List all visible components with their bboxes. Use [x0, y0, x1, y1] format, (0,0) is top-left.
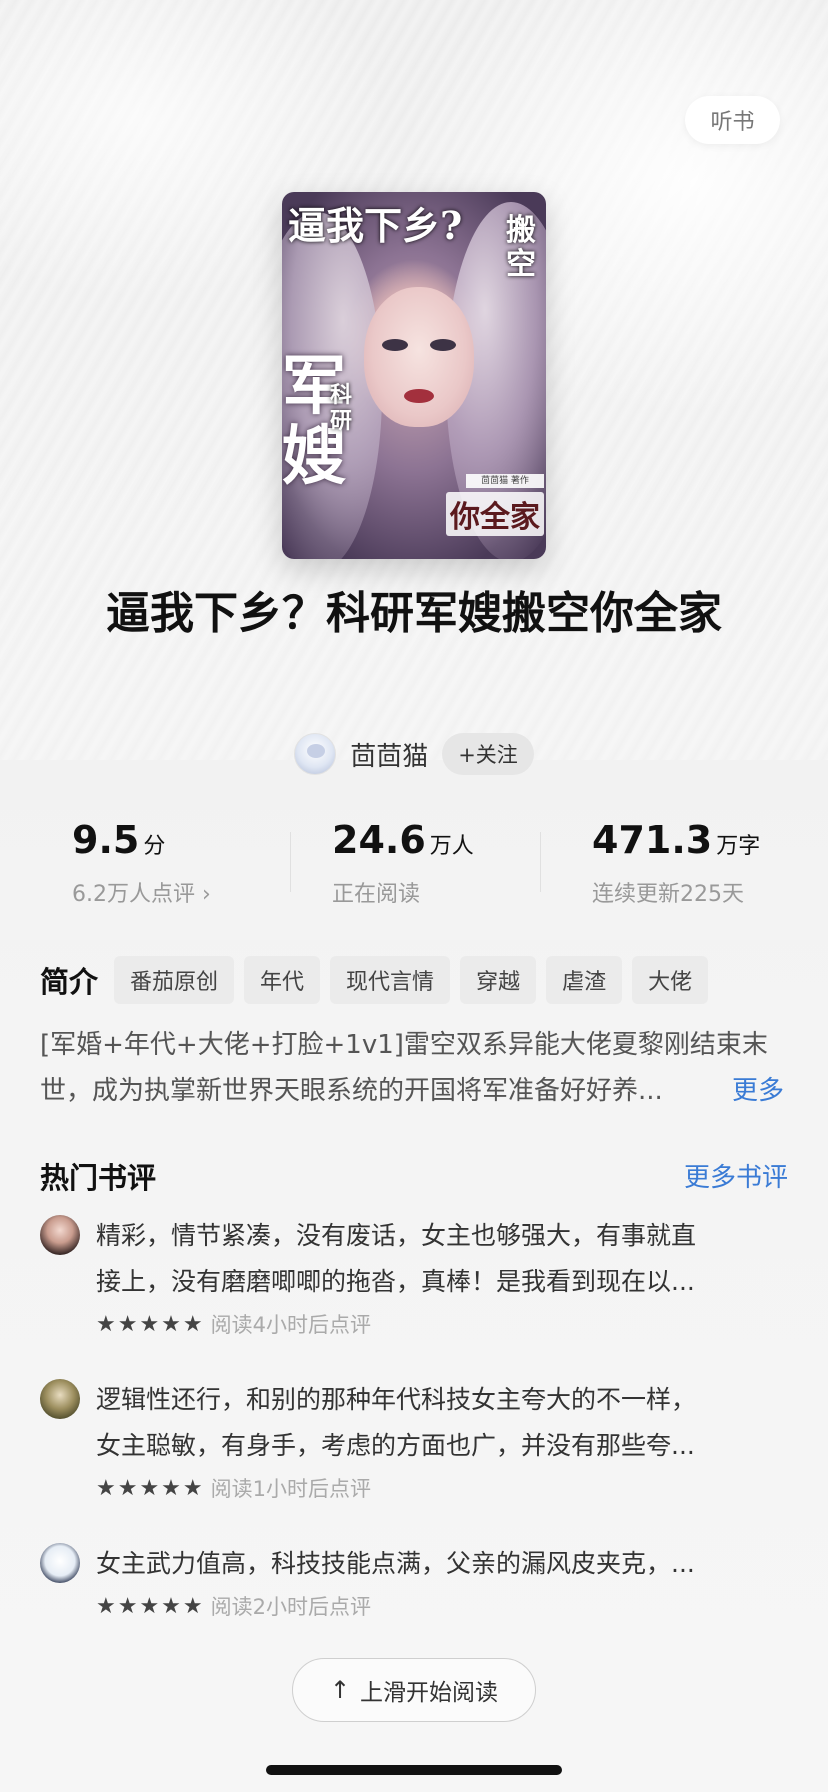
- reviewer-avatar[interactable]: [40, 1215, 80, 1255]
- intro-text[interactable]: [军婚+年代+大佬+打脸+1v1]雷空双系异能大佬夏黎刚结束末 世，成为执掌新世…: [40, 1022, 792, 1114]
- author-avatar[interactable]: [294, 733, 337, 775]
- readers-unit: 万人: [429, 834, 474, 859]
- cover-title-bottom: 你全家: [446, 492, 544, 536]
- star-rating: ★★★★★: [96, 1593, 205, 1619]
- star-rating: ★★★★★: [96, 1311, 205, 1337]
- reviews-title: 热门书评: [40, 1161, 157, 1195]
- readers-value: 24.6: [332, 818, 426, 862]
- intro-label: 简介: [40, 965, 99, 999]
- review-time: 阅读2小时后点评: [210, 1595, 371, 1619]
- cover-title-top-left: 逼我下乡?: [288, 203, 463, 248]
- stat-readers: 24.6 万人 正在阅读: [332, 818, 474, 908]
- cover-art-lips: [404, 389, 434, 403]
- stat-divider: [540, 832, 541, 892]
- tag-chip[interactable]: 穿越: [460, 956, 537, 1004]
- score-sub: 6.2万人点评 ›: [72, 882, 211, 907]
- tag-chip[interactable]: 虐渣: [546, 956, 623, 1004]
- intro-line: [军婚+年代+大佬+打脸+1v1]雷空双系异能大佬夏黎刚结束末: [40, 1030, 768, 1060]
- review-item[interactable]: 逻辑性还行，和别的那种年代科技女主夸大的不一样， 女主聪敏，有身手，考虑的方面也…: [40, 1377, 788, 1517]
- stat-words: 471.3 万字 连续更新225天: [592, 818, 760, 908]
- review-text-line: 女主武力值高，科技技能点满，父亲的漏风皮夹克，...: [96, 1549, 695, 1578]
- score-value: 9.5: [72, 818, 140, 862]
- cover-author-strip: 茴茴猫 著作: [466, 474, 544, 488]
- tag-chip[interactable]: 番茄原创: [114, 956, 235, 1004]
- cover-art-face: [364, 287, 474, 427]
- star-rating: ★★★★★: [96, 1475, 205, 1501]
- review-text-line: 女主聪敏，有身手，考虑的方面也广，并没有那些夸...: [96, 1431, 695, 1460]
- start-reading-label: 上滑开始阅读: [360, 1680, 499, 1706]
- author-row: 茴茴猫 +关注: [0, 732, 828, 776]
- book-title: 逼我下乡？科研军嫂搬空你全家: [106, 588, 722, 639]
- review-item[interactable]: 女主武力值高，科技技能点满，父亲的漏风皮夹克，... ★★★★★ 阅读2小时后点…: [40, 1541, 788, 1635]
- intro-row: 简介 番茄原创 年代 现代言情 穿越 虐渣 大佬: [40, 956, 718, 1004]
- reviewer-avatar[interactable]: [40, 1543, 80, 1583]
- words-unit: 万字: [716, 834, 761, 859]
- start-reading-button[interactable]: ↑ 上滑开始阅读: [292, 1658, 536, 1722]
- author-name[interactable]: 茴茴猫: [350, 736, 428, 773]
- tag-chip[interactable]: 大佬: [632, 956, 709, 1004]
- cover-art-eye-left: [382, 339, 408, 351]
- tag-chip[interactable]: 现代言情: [330, 956, 451, 1004]
- stat-divider: [290, 832, 291, 892]
- home-indicator[interactable]: [266, 1765, 562, 1775]
- words-value: 471.3: [592, 818, 713, 862]
- intro-line: 世，成为执掌新世界天眼系统的开国将军准备好好养...: [40, 1076, 663, 1106]
- score-unit: 分: [143, 834, 166, 859]
- cover-title-top-right: 搬空: [506, 213, 536, 282]
- review-text-line: 逻辑性还行，和别的那种年代科技女主夸大的不一样，: [96, 1385, 697, 1414]
- tag-chip[interactable]: 年代: [244, 956, 321, 1004]
- words-sub: 连续更新225天: [592, 882, 744, 907]
- arrow-up-icon: ↑: [329, 1676, 351, 1704]
- review-text-line: 接上，没有磨磨唧唧的拖沓，真棒！是我看到现在以...: [96, 1267, 695, 1296]
- stat-score[interactable]: 9.5 分 6.2万人点评 ›: [72, 818, 211, 908]
- review-time: 阅读1小时后点评: [210, 1477, 371, 1501]
- cover-art-eye-right: [430, 339, 456, 351]
- cover-title-small: 科研: [330, 382, 353, 434]
- review-text-line: 精彩，情节紧凑，没有废话，女主也够强大，有事就直: [96, 1221, 697, 1250]
- listen-button[interactable]: 听书: [685, 96, 780, 144]
- more-reviews-link[interactable]: 更多书评: [684, 1157, 788, 1194]
- review-time: 阅读4小时后点评: [210, 1313, 371, 1337]
- reviewer-avatar[interactable]: [40, 1379, 80, 1419]
- review-item[interactable]: 精彩，情节紧凑，没有废话，女主也够强大，有事就直 接上，没有磨磨唧唧的拖沓，真棒…: [40, 1213, 788, 1353]
- readers-sub: 正在阅读: [332, 882, 421, 907]
- stats-row: 9.5 分 6.2万人点评 › 24.6 万人 正在阅读 471.3 万字 连续更新2…: [0, 818, 828, 918]
- book-cover[interactable]: 逼我下乡? 搬空 军嫂 科研 茴茴猫 著作 你全家: [282, 192, 546, 559]
- reviews-header: 热门书评 更多书评: [40, 1155, 788, 1199]
- intro-more-link[interactable]: 更多: [732, 1068, 784, 1114]
- follow-button[interactable]: +关注: [442, 733, 534, 775]
